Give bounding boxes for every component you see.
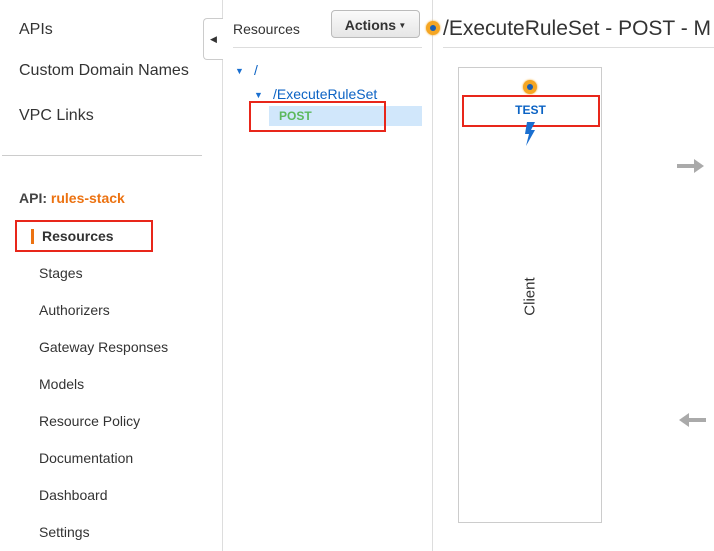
api-heading: API: rules-stack bbox=[19, 190, 125, 206]
resources-panel bbox=[222, 0, 433, 551]
sidebar-item-documentation[interactable]: Documentation bbox=[39, 450, 133, 466]
api-name[interactable]: rules-stack bbox=[51, 190, 125, 206]
nav-custom-domain-names[interactable]: Custom Domain Names bbox=[19, 62, 189, 80]
sidebar-item-resource-policy[interactable]: Resource Policy bbox=[39, 413, 140, 429]
arrow-right-icon bbox=[677, 159, 704, 173]
nav-vpc-links[interactable]: VPC Links bbox=[19, 107, 94, 125]
sidebar-item-gateway-responses[interactable]: Gateway Responses bbox=[39, 339, 168, 355]
status-dot-icon bbox=[426, 21, 440, 35]
sidebar-item-resources[interactable]: Resources bbox=[42, 228, 114, 244]
api-label: API: bbox=[19, 190, 47, 206]
status-dot-icon bbox=[523, 80, 537, 94]
sidebar-item-models[interactable]: Models bbox=[39, 376, 84, 392]
chevron-left-icon: ◀ bbox=[210, 34, 217, 44]
client-label: Client bbox=[521, 277, 539, 316]
actions-label: Actions bbox=[344, 17, 397, 33]
actions-button[interactable]: Actions ▼ bbox=[331, 10, 420, 38]
page-title: /ExecuteRuleSet - POST - M bbox=[443, 17, 712, 40]
divider bbox=[2, 155, 202, 156]
nav-apis[interactable]: APIs bbox=[19, 21, 53, 39]
sidebar-item-dashboard[interactable]: Dashboard bbox=[39, 487, 108, 503]
active-indicator bbox=[31, 229, 34, 244]
divider bbox=[233, 47, 422, 48]
resources-title: Resources bbox=[233, 21, 300, 37]
caret-down-icon: ▼ bbox=[396, 21, 407, 30]
sidebar-item-authorizers[interactable]: Authorizers bbox=[39, 302, 110, 318]
expand-triangle-icon[interactable]: ▼ bbox=[254, 90, 263, 100]
sidebar-item-stages[interactable]: Stages bbox=[39, 265, 83, 281]
arrow-left-icon bbox=[679, 413, 706, 427]
tree-root[interactable]: / bbox=[254, 62, 258, 78]
expand-triangle-icon[interactable]: ▼ bbox=[235, 66, 244, 76]
sidebar: APIs Custom Domain Names VPC Links API: … bbox=[0, 0, 223, 551]
lightning-icon bbox=[525, 122, 535, 146]
collapse-sidebar-button[interactable]: ◀ bbox=[203, 18, 223, 60]
sidebar-item-settings[interactable]: Settings bbox=[39, 524, 90, 540]
tree-execute-rule-set[interactable]: /ExecuteRuleSet bbox=[273, 86, 377, 102]
annotation-box bbox=[249, 101, 386, 132]
divider bbox=[443, 47, 714, 48]
